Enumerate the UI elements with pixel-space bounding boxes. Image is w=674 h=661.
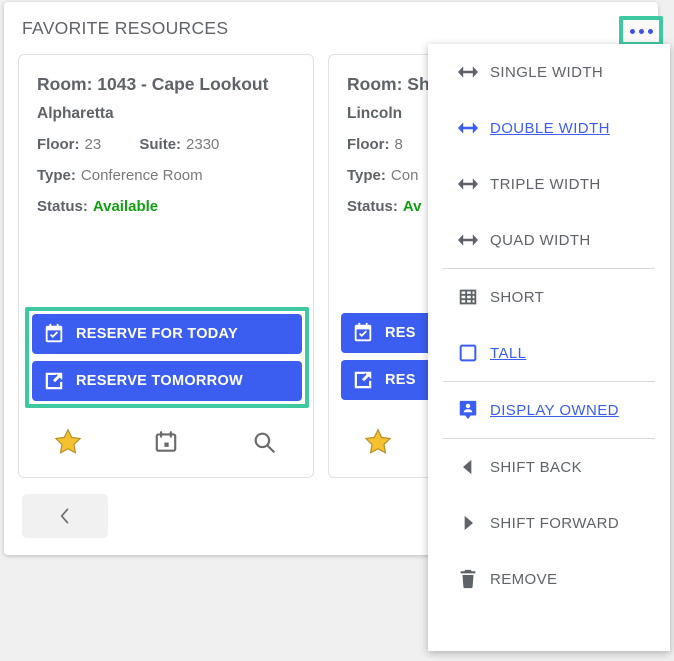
arrows-horizontal-icon [446,60,490,84]
share-forward-icon [341,369,385,391]
suite-value: 2330 [186,136,219,153]
floor-label: Floor: [37,136,80,153]
reserve-tomorrow-label: RESERVE TOMORROW [76,373,243,389]
reserve-for-today-label: RES [385,325,416,341]
arrows-horizontal-icon [456,228,480,252]
arrows-horizontal-icon [456,60,480,84]
page-title: FAVORITE RESOURCES [22,18,228,39]
previous-page-button[interactable] [22,494,108,538]
menu-item-label: TALL [490,345,526,362]
menu-item-double-width[interactable]: DOUBLE WIDTH [428,100,670,156]
room-city: Alpharetta [37,99,303,129]
menu-item-label: TRIPLE WIDTH [490,176,601,193]
triangle-left-icon [458,457,478,477]
chevron-left-icon [55,506,75,526]
suite-group: Suite: 2330 [139,136,219,153]
floor-label: Floor: [347,136,390,153]
menu-item-label: SHIFT BACK [490,459,582,476]
arrows-horizontal-icon [456,116,480,140]
status-badge: Av [403,198,422,215]
floor-suite-row: Floor: 23 Suite: 2330 [37,129,303,160]
status-label: Status: [347,198,398,215]
star-icon [53,427,83,457]
view-options-menu[interactable]: SINGLE WIDTH DOUBLE WIDTH TRIPLE WIDTH [428,44,670,651]
more-horizontal-icon [639,29,644,34]
calendar-icon [153,429,179,455]
favorite-toggle[interactable] [19,427,117,457]
menu-item-single-width[interactable]: SINGLE WIDTH [428,44,670,100]
search-button[interactable] [215,429,313,455]
grid-icon [446,286,490,308]
triangle-right-icon [458,513,478,533]
type-row: Type: Conference Room [37,160,303,191]
menu-item-label: DOUBLE WIDTH [490,120,610,137]
app-root: FAVORITE RESOURCES Room: 1043 - Cape Loo… [0,0,674,661]
menu-item-quad-width[interactable]: QUAD WIDTH [428,212,670,268]
menu-item-label: SHORT [490,289,544,306]
status-badge: Available [93,198,158,215]
type-label: Type: [37,167,76,184]
menu-item-shift-back[interactable]: SHIFT BACK [428,439,670,495]
status-row: Status: Available [37,191,303,222]
resource-card[interactable]: Room: 1043 - Cape Lookout Alpharetta Flo… [18,54,314,478]
trash-icon [457,568,479,590]
menu-item-display-owned[interactable]: DISPLAY OWNED [428,382,670,438]
menu-item-remove[interactable]: REMOVE [428,551,670,607]
star-icon [363,427,393,457]
suite-label: Suite: [139,136,181,153]
reserve-tomorrow-button[interactable]: RESERVE TOMORROW [32,361,302,401]
menu-item-label: SHIFT FORWARD [490,515,619,532]
menu-item-label: DISPLAY OWNED [490,402,619,419]
arrows-horizontal-icon [446,228,490,252]
grid-icon [457,286,479,308]
menu-item-tall[interactable]: TALL [428,325,670,381]
type-value: Conference Room [81,167,203,184]
type-value: Con [391,167,419,184]
triangle-left-icon [446,457,490,477]
menu-item-label: QUAD WIDTH [490,232,591,249]
calendar-view-button[interactable] [117,429,215,455]
more-horizontal-icon [648,29,653,34]
type-label: Type: [347,167,386,184]
person-pin-icon [446,399,490,421]
reserve-for-today-label: RESERVE FOR TODAY [76,326,238,342]
floor-value: 8 [395,136,403,153]
favorite-toggle[interactable] [329,427,427,457]
share-forward-icon [32,370,76,392]
reserve-tomorrow-label: RES [385,372,416,388]
square-outline-icon [446,342,490,364]
menu-item-short[interactable]: SHORT [428,269,670,325]
menu-item-label: SINGLE WIDTH [490,64,603,81]
search-icon [251,429,277,455]
triangle-right-icon [446,513,490,533]
person-pin-icon [457,399,479,421]
status-label: Status: [37,198,88,215]
arrows-horizontal-icon [456,172,480,196]
reserve-buttons-group: RESERVE FOR TODAY RESERVE TOMORROW [25,307,309,408]
more-options-button[interactable] [619,16,663,46]
menu-item-shift-forward[interactable]: SHIFT FORWARD [428,495,670,551]
square-outline-icon [457,342,479,364]
resource-card-details: Room: 1043 - Cape Lookout Alpharetta Flo… [37,69,303,222]
arrows-horizontal-icon [446,172,490,196]
more-horizontal-icon [630,29,635,34]
reserve-for-today-button[interactable]: RESERVE FOR TODAY [32,314,302,354]
menu-item-triple-width[interactable]: TRIPLE WIDTH [428,156,670,212]
menu-item-label: REMOVE [490,571,557,588]
floor-value: 23 [85,136,102,153]
arrows-horizontal-icon [446,116,490,140]
trash-icon [446,568,490,590]
calendar-check-icon [32,323,76,345]
card-action-icons [19,427,313,457]
room-title: Room: 1043 - Cape Lookout [37,69,303,99]
calendar-check-icon [341,322,385,344]
